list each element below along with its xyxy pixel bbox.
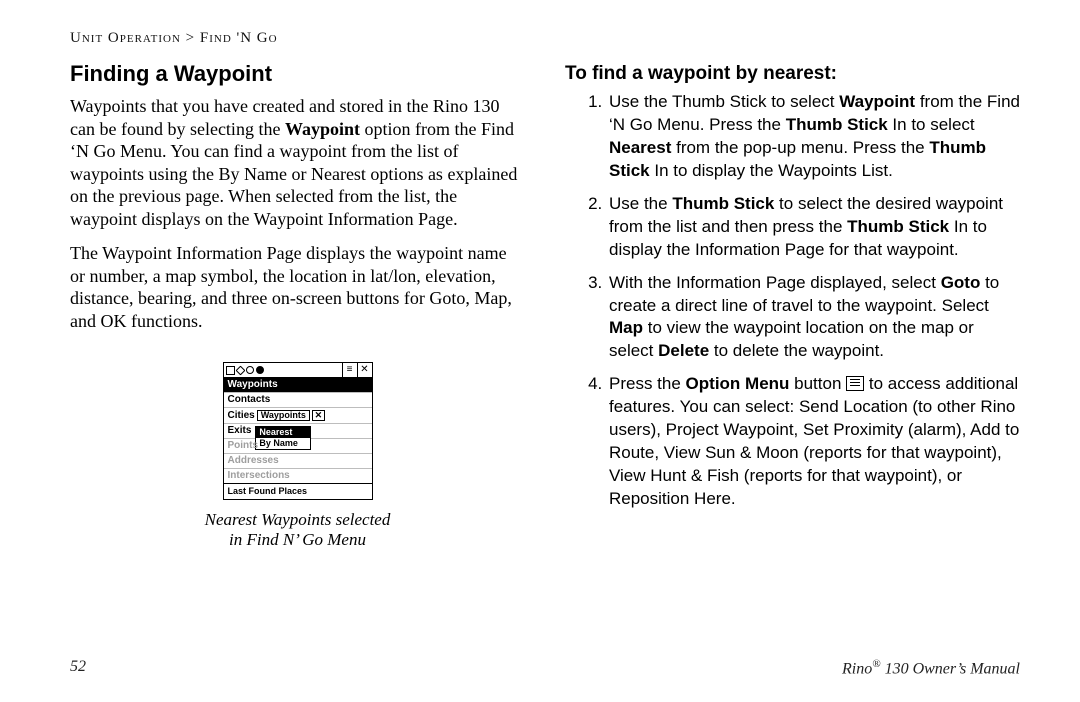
- titlebar-circle-icon: [256, 366, 264, 374]
- manual-page: Unit Operation > Find 'N Go Finding a Wa…: [0, 0, 1080, 702]
- manual-brand: Rino: [842, 660, 872, 677]
- device-item-contacts[interactable]: Contacts: [224, 392, 372, 407]
- bold-term: Option Menu: [686, 374, 790, 393]
- page-number: 52: [70, 658, 86, 678]
- caption-line1: Nearest Waypoints selected: [205, 510, 391, 529]
- step-1: Use the Thumb Stick to select Waypoint f…: [607, 91, 1020, 183]
- steps-list: Use the Thumb Stick to select Waypoint f…: [565, 91, 1020, 511]
- titlebar-icons: [224, 363, 342, 377]
- device-popup-nearest[interactable]: Nearest: [256, 427, 310, 438]
- bold-term: Delete: [658, 341, 709, 360]
- bold-term: Thumb Stick: [847, 217, 949, 236]
- breadcrumb: Unit Operation > Find 'N Go: [70, 30, 1020, 47]
- titlebar-shape-icon: [235, 365, 245, 375]
- figure: ≡ ✕ Waypoints Contacts Cities Waypoints …: [70, 362, 525, 551]
- bold-term: Map: [609, 318, 643, 337]
- device-close-button[interactable]: ✕: [357, 363, 372, 377]
- device-popup: Nearest By Name: [255, 426, 311, 450]
- step-2: Use the Thumb Stick to select the desire…: [607, 193, 1020, 262]
- option-menu-icon: [846, 376, 864, 391]
- intro-paragraph-1: Waypoints that you have created and stor…: [70, 95, 525, 230]
- device-item-label: Cities: [228, 411, 255, 421]
- device-item-cities[interactable]: Cities Waypoints ✕: [224, 407, 372, 423]
- bold-term: Waypoint: [839, 92, 915, 111]
- columns: Finding a Waypoint Waypoints that you ha…: [70, 57, 1020, 551]
- device-titlebar: ≡ ✕: [224, 363, 372, 378]
- device-tag-close-icon[interactable]: ✕: [312, 410, 325, 421]
- figure-caption: Nearest Waypoints selected in Find N’ Go…: [70, 510, 525, 551]
- caption-line2: in Find N’ Go Menu: [229, 530, 366, 549]
- device-last-found[interactable]: Last Found Places: [224, 483, 372, 499]
- titlebar-buttons: ≡ ✕: [342, 363, 372, 377]
- device-menu-button[interactable]: ≡: [342, 363, 357, 377]
- section-heading: Finding a Waypoint: [70, 61, 525, 87]
- bold-term: Nearest: [609, 138, 671, 157]
- device-waypoints-tag[interactable]: Waypoints: [257, 410, 310, 421]
- device-list: Contacts Cities Waypoints ✕ Exits Near: [224, 392, 372, 499]
- step-3: With the Information Page displayed, sel…: [607, 272, 1020, 364]
- bold-term: Thumb Stick: [786, 115, 888, 134]
- device-item-addresses: Addresses: [224, 453, 372, 468]
- left-column: Finding a Waypoint Waypoints that you ha…: [70, 57, 525, 551]
- steps-heading: To find a waypoint by nearest:: [565, 63, 1020, 85]
- titlebar-shape-icon: [226, 366, 235, 375]
- device-screenshot: ≡ ✕ Waypoints Contacts Cities Waypoints …: [223, 362, 373, 500]
- titlebar-circle-icon: [246, 366, 254, 374]
- device-item-intersections: Intersections: [224, 468, 372, 483]
- registered-icon: ®: [872, 658, 880, 670]
- page-footer: 52 Rino® 130 Owner’s Manual: [70, 658, 1020, 678]
- device-popup-byname[interactable]: By Name: [256, 438, 310, 449]
- manual-title: Rino® 130 Owner’s Manual: [842, 658, 1020, 678]
- bold-term: Goto: [941, 273, 981, 292]
- right-column: To find a waypoint by nearest: Use the T…: [565, 57, 1020, 551]
- p1-bold: Waypoint: [285, 119, 360, 139]
- bold-term: Thumb Stick: [672, 194, 774, 213]
- device-tab-waypoints[interactable]: Waypoints: [224, 378, 372, 392]
- manual-suffix: 130 Owner’s Manual: [881, 660, 1020, 677]
- intro-paragraph-2: The Waypoint Information Page displays t…: [70, 242, 525, 332]
- device-item-label: Exits: [228, 426, 252, 436]
- step-4: Press the Option Menu button to access a…: [607, 373, 1020, 511]
